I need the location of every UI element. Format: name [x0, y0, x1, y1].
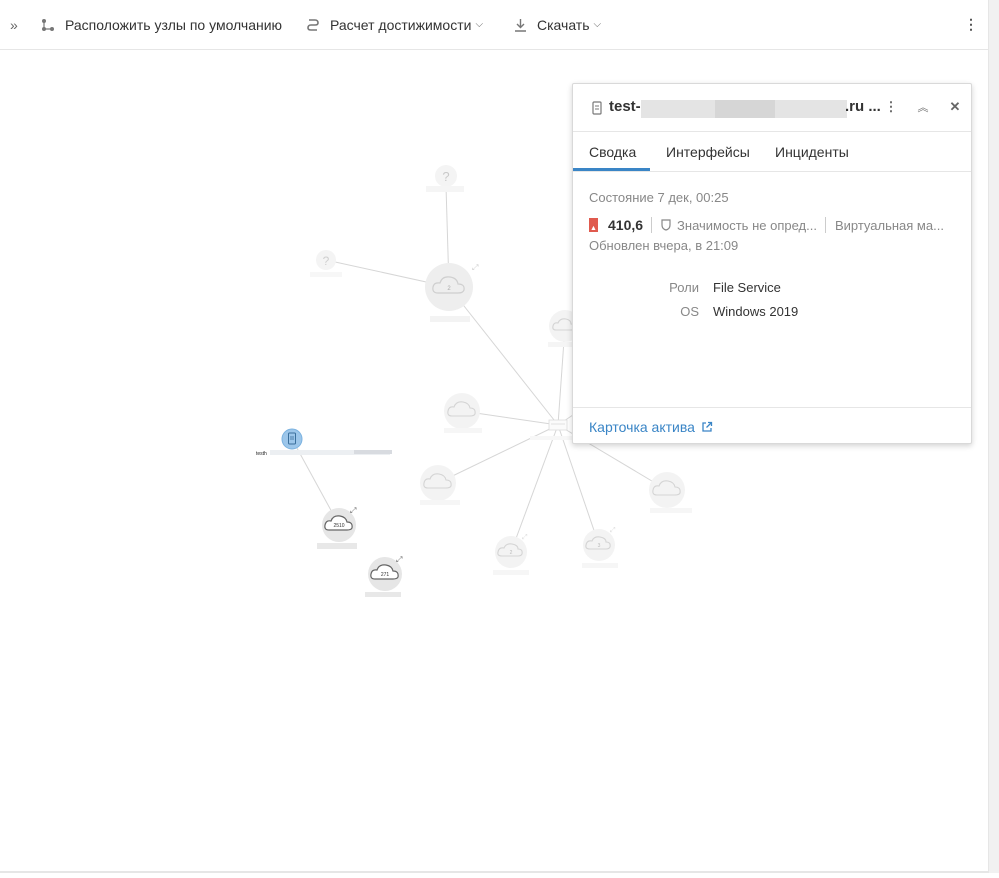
updated-text: Обновлен вчера, в 21:09 — [589, 238, 739, 253]
selected-device-node[interactable]: testh — [256, 428, 392, 457]
tab-incidents[interactable]: Инциденты — [775, 144, 849, 160]
divider — [651, 217, 653, 233]
toolbar: » Расположить узлы по умолчанию Расчет д… — [0, 0, 988, 50]
close-icon: ✕ — [949, 99, 961, 114]
shield-icon — [661, 219, 671, 231]
cloud-node-mid-left[interactable] — [444, 393, 482, 433]
toolbar-more-button[interactable]: ⋮ — [962, 0, 980, 49]
unknown-node-top-label: ? — [442, 169, 449, 184]
property-row: OS Windows 2019 — [643, 304, 798, 319]
redacted-hostname-part — [715, 100, 775, 118]
device-icon — [592, 101, 602, 115]
panel-tabs: Сводка Интерфейсы Инциденты — [573, 132, 971, 172]
risk-score: 410,6 — [608, 217, 644, 233]
property-value: File Service — [713, 280, 781, 295]
panel-header: test- .ru ... ⋮ ︽ ✕ — [573, 84, 971, 132]
chevron-down-icon: ⌵ — [475, 19, 484, 30]
status-text: Состояние 7 дек, 00:25 — [589, 190, 729, 205]
unknown-node-left[interactable]: ? — [310, 250, 342, 277]
cloud-node-2-label: 2 — [510, 550, 513, 556]
expand-arrow-icon: ⤢ — [471, 263, 478, 272]
cloud-node-3-label: 3 — [598, 543, 601, 549]
severity-icon: ▲ — [589, 218, 598, 232]
unknown-node-left-label: ? — [323, 254, 330, 268]
expand-arrow-icon: ⤢ — [522, 534, 528, 541]
cloud-node-271-label: 271 — [381, 572, 390, 578]
tab-summary[interactable]: Сводка — [589, 144, 636, 160]
cloud-node-right[interactable] — [649, 472, 692, 513]
active-tab-indicator — [573, 168, 650, 171]
expand-sidebar-button[interactable]: » — [10, 0, 18, 49]
panel-close-button[interactable]: ✕ — [945, 96, 965, 118]
importance-text: Значимость не опред... — [677, 217, 817, 233]
panel-collapse-button[interactable]: ︽ — [913, 96, 933, 118]
more-vertical-icon: ⋮ — [964, 16, 978, 32]
arrange-nodes-button[interactable]: Расположить узлы по умолчанию — [41, 0, 282, 49]
double-chevron-up-icon: ︽ — [917, 102, 929, 114]
expand-arrow-icon: ⤢ — [610, 527, 616, 534]
download-label: Скачать — [537, 16, 590, 33]
cloud-node-2510-label: 2510 — [333, 523, 344, 529]
property-value: Windows 2019 — [713, 304, 799, 319]
panel-footer: Карточка актива — [573, 407, 971, 444]
property-row: Роли File Service — [643, 280, 781, 295]
panel-title-suffix: .ru ... — [845, 98, 881, 115]
reachability-label: Расчет достижимости — [330, 16, 472, 33]
cloud-node-left-lower[interactable] — [420, 465, 460, 505]
external-link-icon — [702, 421, 713, 432]
vertical-scrollbar[interactable] — [988, 0, 999, 873]
download-icon — [515, 18, 526, 32]
chevron-down-icon: ⌵ — [593, 19, 602, 30]
cloud-node-3-bottom[interactable]: 3 ⤢ — [582, 527, 618, 568]
cloud-node-2510[interactable]: 2510 ⤢ — [317, 506, 357, 549]
unknown-node-top[interactable]: ? — [426, 165, 464, 192]
arrange-nodes-label: Расположить узлы по умолчанию — [65, 16, 283, 33]
property-key: OS — [680, 304, 699, 319]
route-icon — [307, 18, 319, 31]
asset-metrics: ▲ 410,6 Значимость не опред... Виртуальн… — [589, 216, 944, 234]
expand-arrow-icon: ⤢ — [395, 555, 402, 564]
more-vertical-icon: ⋮ — [884, 99, 898, 114]
cloud-node-2-bottom[interactable]: 2 ⤢ — [493, 534, 529, 575]
cloud-node-center[interactable]: 2 ⤢ — [425, 263, 478, 322]
panel-title-prefix: test- — [609, 98, 641, 115]
download-dropdown[interactable]: Скачать ⌵ — [514, 0, 601, 49]
layout-nodes-icon — [42, 18, 54, 31]
divider — [824, 217, 826, 233]
asset-card-link[interactable]: Карточка актива — [589, 419, 713, 435]
expand-arrow-icon: ⤢ — [349, 506, 356, 515]
tab-interfaces[interactable]: Интерфейсы — [666, 144, 750, 160]
cloud-node-271[interactable]: 271 ⤢ — [365, 555, 402, 597]
asset-type: Виртуальная ма... — [834, 217, 944, 233]
panel-more-button[interactable]: ⋮ — [881, 96, 901, 118]
asset-card-link-label: Карточка актива — [589, 419, 695, 435]
reachability-dropdown[interactable]: Расчет достижимости ⌵ — [306, 0, 483, 49]
double-chevron-right-icon: » — [10, 16, 18, 33]
property-key: Роли — [669, 280, 699, 295]
selected-device-label: testh — [256, 451, 267, 457]
asset-details-panel: test- .ru ... ⋮ ︽ ✕ Сводка Интерфейсы Ин… — [572, 83, 972, 444]
